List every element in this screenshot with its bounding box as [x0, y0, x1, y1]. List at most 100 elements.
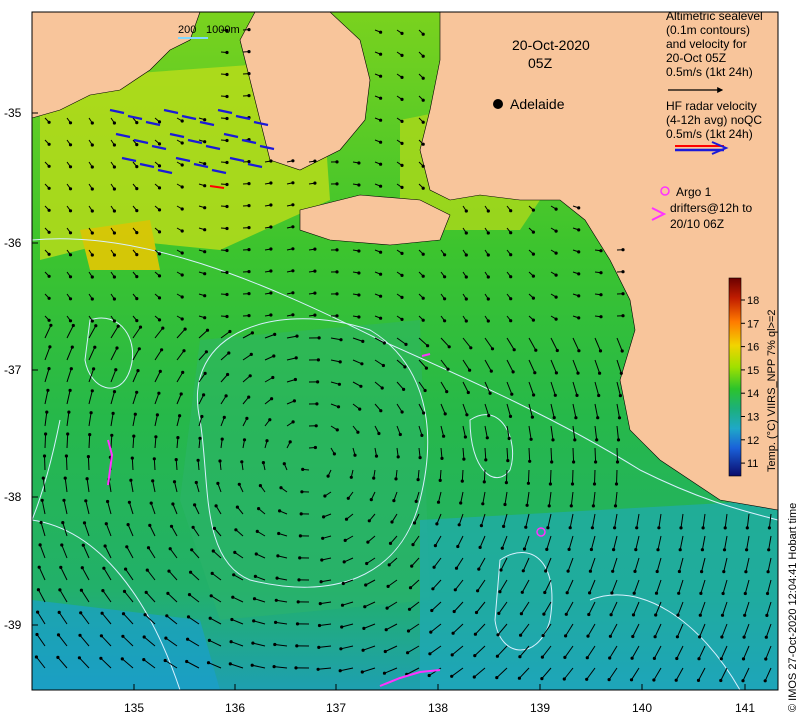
colorbar-tick-label: 12: [747, 435, 759, 447]
velocity-arrow-head: [247, 226, 251, 230]
velocity-arrow-head: [414, 499, 418, 503]
velocity-arrow-head: [194, 480, 198, 485]
velocity-arrow: [616, 469, 618, 485]
velocity-arrow-head: [288, 440, 292, 444]
velocity-arrow-head: [112, 253, 116, 257]
velocity-arrow-head: [379, 52, 383, 56]
radar-legend-line-1: HF radar velocity: [666, 99, 757, 113]
velocity-arrow-head: [35, 632, 39, 637]
velocity-arrow-head: [186, 615, 191, 619]
velocity-arrow-head: [500, 546, 504, 550]
velocity-arrow-head: [509, 319, 513, 323]
velocity-arrow-head: [318, 602, 322, 606]
velocity-arrow-head: [138, 325, 143, 329]
velocity-arrow-head: [47, 367, 51, 371]
velocity-arrow-head: [451, 631, 455, 635]
velocity-arrow-head: [66, 432, 70, 436]
velocity-arrow-head: [443, 297, 447, 301]
velocity-arrow-head: [741, 679, 745, 683]
velocity-arrow-head: [400, 295, 404, 299]
velocity-arrow-head: [198, 436, 202, 440]
velocity-arrow-head: [433, 544, 437, 548]
velocity-arrow-head: [478, 545, 482, 550]
velocity-arrow-head: [408, 586, 413, 590]
velocity-arrow-head: [338, 360, 342, 364]
velocity-arrow-head: [93, 345, 97, 349]
velocity-arrow-head: [533, 371, 537, 375]
velocity-arrow-head: [85, 477, 89, 481]
velocity-arrow-head: [180, 295, 184, 299]
velocity-arrow-head: [133, 412, 137, 416]
velocity-arrow-head: [400, 53, 404, 58]
velocity-arrow-head: [486, 253, 490, 257]
velocity-arrow-head: [564, 634, 568, 638]
adelaide-marker: [493, 99, 503, 109]
velocity-arrow-head: [180, 317, 184, 321]
velocity-arrow-head: [379, 30, 383, 34]
velocity-arrow-head: [251, 641, 255, 645]
velocity-arrow-head: [517, 676, 522, 680]
velocity-arrow-head: [349, 475, 353, 479]
velocity-arrow-head: [101, 589, 105, 593]
velocity-arrow-head: [592, 482, 597, 486]
velocity-arrow-head: [379, 409, 383, 413]
velocity-arrow-head: [157, 391, 161, 395]
credit-text: © IMOS 27-Oct-2020 12:04:41 Hobart time: [787, 503, 799, 712]
velocity-arrow-head: [157, 208, 162, 212]
velocity-arrow-head: [531, 208, 536, 212]
velocity-arrow-head: [135, 319, 139, 323]
velocity-arrow-head: [576, 371, 580, 375]
velocity-arrow-head: [79, 611, 83, 615]
velocity-arrow-head: [745, 526, 749, 530]
velocity-arrow-head: [554, 273, 558, 277]
velocity-arrow-head: [464, 231, 468, 235]
velocity-arrow-head: [587, 612, 591, 617]
velocity-arrow-head: [216, 481, 220, 485]
velocity-arrow-head: [528, 459, 532, 463]
velocity-arrow-head: [454, 566, 459, 570]
velocity-arrow-head: [229, 640, 233, 644]
velocity-arrow-head: [157, 252, 162, 256]
lat-tick-label: -36: [4, 236, 22, 250]
velocity-arrow-head: [176, 436, 180, 440]
velocity-arrow-head: [295, 622, 300, 626]
velocity-arrow-head: [531, 318, 536, 322]
velocity-arrow-head: [421, 76, 425, 80]
velocity-arrow-head: [696, 678, 701, 683]
lon-tick-label: 136: [225, 701, 245, 715]
velocity-arrow-head: [555, 348, 559, 353]
velocity-arrow-head: [165, 614, 169, 618]
velocity-arrow-head: [656, 548, 660, 552]
velocity-arrow-head: [742, 635, 746, 639]
velocity-arrow-head: [296, 600, 300, 604]
velocity-arrow-head: [577, 294, 581, 298]
velocity-arrow-head: [78, 633, 82, 637]
velocity-arrow-head: [634, 548, 638, 552]
velocity-arrow-head: [554, 229, 558, 233]
velocity-arrow-head: [112, 209, 116, 213]
altimetry-legend-line-3: and velocity for: [666, 37, 747, 51]
velocity-arrow-head: [79, 588, 83, 592]
velocity-arrow-head: [135, 187, 139, 191]
velocity-arrow-head: [47, 318, 51, 322]
velocity-arrow-head: [357, 271, 361, 275]
velocity-arrow-head: [80, 566, 84, 570]
velocity-arrow-head: [765, 613, 769, 618]
velocity-arrow-head: [764, 657, 768, 661]
velocity-arrow-head: [335, 428, 339, 432]
velocity-arrow: [44, 455, 46, 471]
velocity-arrow-head: [400, 317, 404, 321]
velocity-arrow-head: [400, 31, 404, 35]
velocity-arrow-head: [632, 591, 636, 595]
velocity-arrow-head: [607, 678, 611, 682]
velocity-arrow-head: [112, 187, 116, 191]
velocity-arrow: [572, 469, 574, 485]
velocity-arrow-head: [205, 328, 210, 332]
velocity-arrow-head: [400, 97, 404, 101]
velocity-arrow-head: [612, 548, 616, 552]
velocity-arrow-head: [486, 319, 490, 323]
velocity-arrow-head: [272, 665, 276, 669]
velocity-arrow-head: [68, 275, 73, 279]
velocity-arrow-head: [340, 625, 344, 629]
velocity-arrow-head: [629, 678, 634, 682]
